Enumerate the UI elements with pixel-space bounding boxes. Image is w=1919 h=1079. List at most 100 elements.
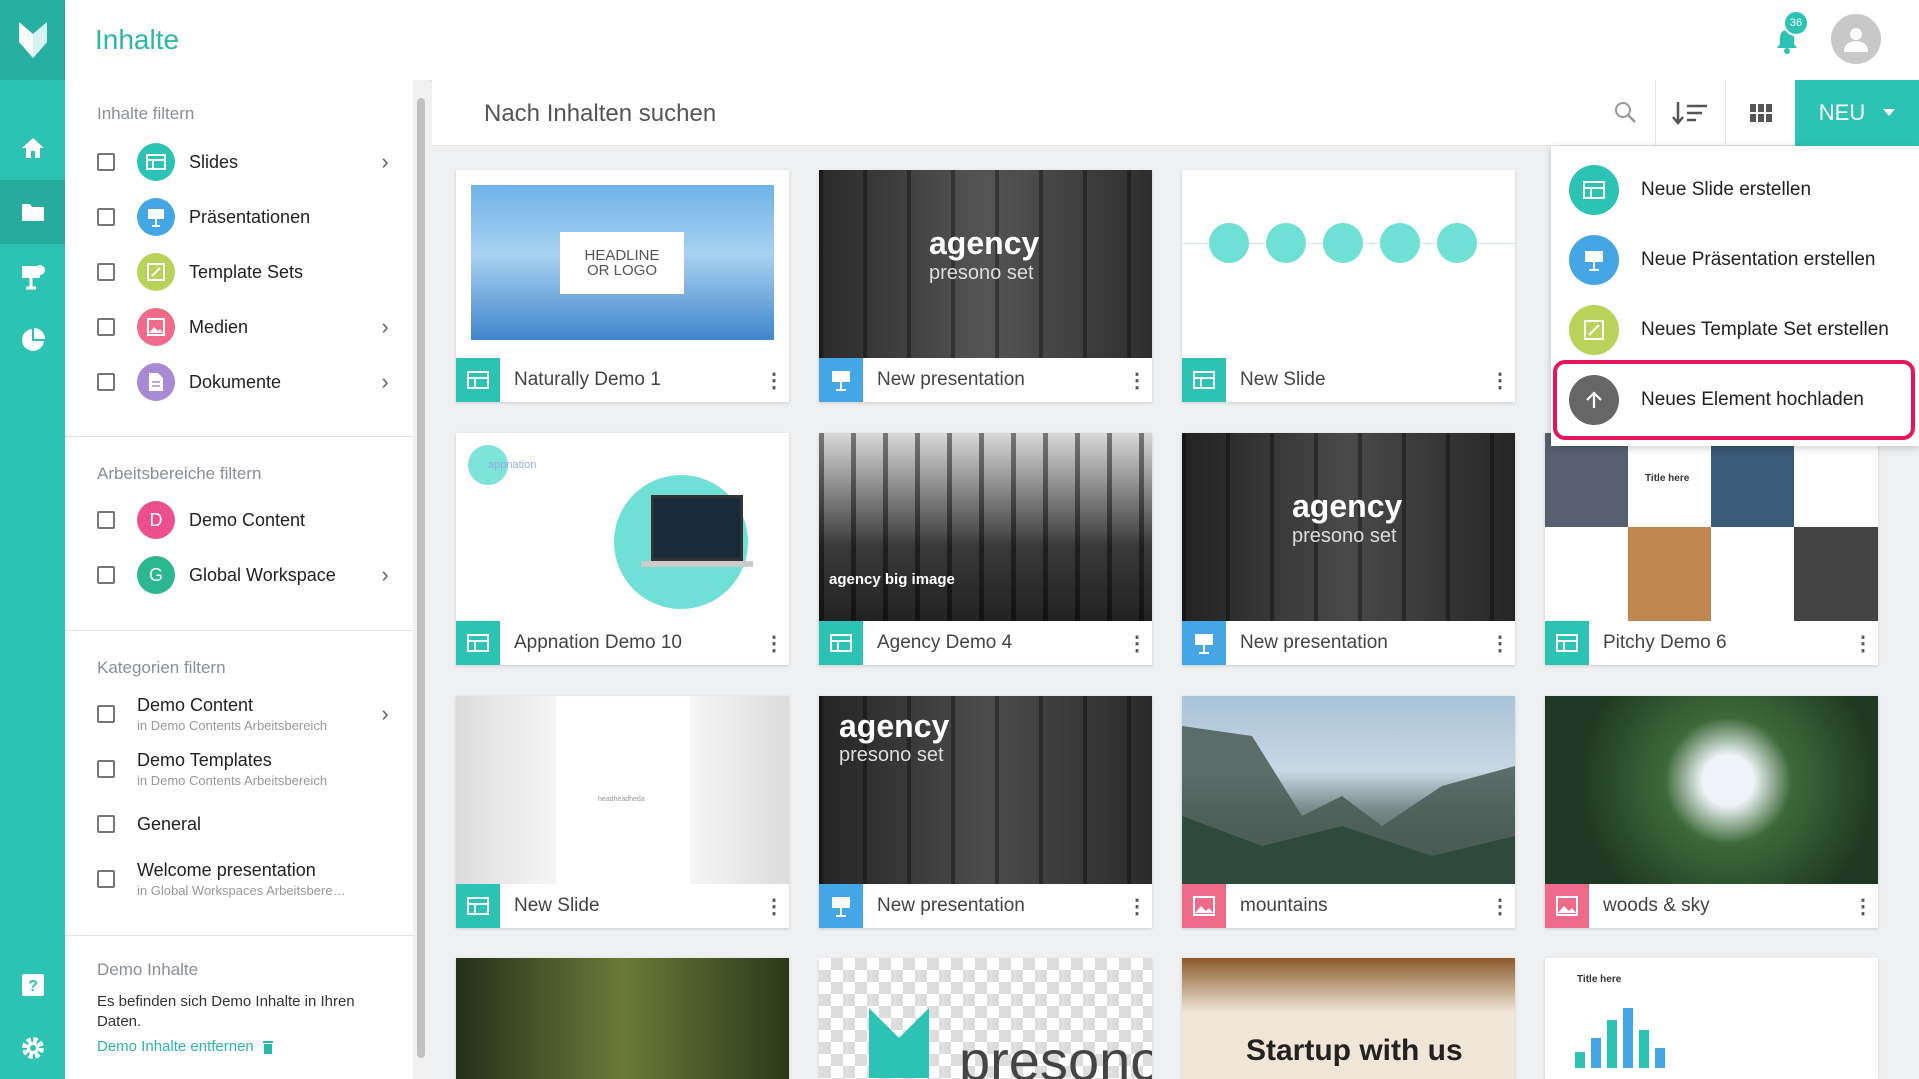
more-options-icon[interactable]: ⋮: [1485, 631, 1515, 656]
filter-workspace-demo[interactable]: D Demo Content: [97, 498, 397, 542]
svg-text:?: ?: [28, 978, 38, 995]
content-card[interactable]: agency big image Agency Demo 4 ⋮: [819, 433, 1152, 665]
chart-pie-icon[interactable]: [0, 308, 65, 372]
presentation-icon[interactable]: [0, 244, 65, 308]
content-card[interactable]: Title here: [1545, 958, 1878, 1079]
more-options-icon[interactable]: ⋮: [1485, 368, 1515, 393]
more-options-icon[interactable]: ⋮: [759, 631, 789, 656]
content-card[interactable]: agency presono set New presentation ⋮: [819, 170, 1152, 402]
menu-item-new-presentation[interactable]: Neue Präsentation erstellen: [1569, 230, 1875, 290]
filter-sidebar: Inhalte filtern Slides › Präsentationen …: [65, 80, 413, 1079]
slide-icon: [456, 358, 500, 402]
content-card[interactable]: mountains ⋮: [1182, 696, 1515, 928]
search-input[interactable]: Nach Inhalten suchen: [484, 100, 716, 128]
chevron-right-icon[interactable]: ›: [373, 149, 397, 175]
checkbox[interactable]: [97, 566, 115, 584]
new-button[interactable]: NEU: [1795, 80, 1919, 146]
user-avatar[interactable]: [1831, 14, 1881, 64]
top-bar: Inhalte 36: [65, 0, 1919, 80]
checkbox[interactable]: [97, 870, 115, 888]
filter-media[interactable]: Medien ›: [97, 305, 397, 349]
sort-button[interactable]: [1655, 80, 1725, 146]
checkbox[interactable]: [97, 815, 115, 833]
trash-icon: [262, 1040, 273, 1054]
content-card[interactable]: presono: [819, 958, 1152, 1079]
more-options-icon[interactable]: ⋮: [1122, 631, 1152, 656]
content-filter-heading: Inhalte filtern: [97, 104, 195, 123]
folder-icon[interactable]: [0, 180, 65, 244]
sidebar-scrollbar[interactable]: [413, 80, 429, 1079]
content-card[interactable]: agency presono set New presentation ⋮: [1182, 433, 1515, 665]
home-icon[interactable]: [0, 116, 65, 180]
chevron-right-icon[interactable]: ›: [373, 314, 397, 340]
presentation-icon: [1182, 621, 1226, 665]
more-options-icon[interactable]: ⋮: [1122, 894, 1152, 919]
content-card[interactable]: woods & sky ⋮: [1545, 696, 1878, 928]
content-card[interactable]: Title here Pitchy Demo 6 ⋮: [1545, 433, 1878, 665]
settings-gear-icon[interactable]: [0, 1016, 65, 1079]
filter-workspace-global[interactable]: G Global Workspace ›: [97, 553, 397, 597]
menu-item-new-template-set[interactable]: Neues Template Set erstellen: [1569, 300, 1889, 360]
divider: [65, 630, 413, 631]
filter-presentations[interactable]: Präsentationen: [97, 195, 397, 239]
demo-content-heading: Demo Inhalte: [97, 960, 199, 979]
filter-slides[interactable]: Slides ›: [97, 140, 397, 184]
content-card[interactable]: headheadheda New Slide ⋮: [456, 696, 789, 928]
checkbox[interactable]: [97, 373, 115, 391]
presentation-icon: [1569, 235, 1619, 285]
workspace-avatar: D: [137, 501, 175, 539]
menu-item-new-slide[interactable]: Neue Slide erstellen: [1569, 160, 1811, 220]
more-options-icon[interactable]: ⋮: [1848, 894, 1878, 919]
highlight-frame: [1553, 360, 1915, 440]
checkbox[interactable]: [97, 511, 115, 529]
filter-category-general[interactable]: General: [97, 802, 397, 846]
content-card[interactable]: [456, 958, 789, 1079]
checkbox[interactable]: [97, 208, 115, 226]
workspace-filter-heading: Arbeitsbereiche filtern: [97, 464, 262, 483]
grid-icon: [1749, 104, 1772, 122]
filter-category-demo-templates[interactable]: Demo Templates in Demo Contents Arbeitsb…: [97, 747, 397, 791]
chevron-right-icon[interactable]: ›: [373, 562, 397, 588]
content-card[interactable]: Startup with us: [1182, 958, 1515, 1079]
content-card[interactable]: New Slide ⋮: [1182, 170, 1515, 402]
slide-icon: [137, 143, 175, 181]
image-icon: [1545, 884, 1589, 928]
workspace-avatar: G: [137, 556, 175, 594]
help-icon[interactable]: ?: [0, 953, 65, 1017]
checkbox[interactable]: [97, 263, 115, 281]
chevron-right-icon[interactable]: ›: [373, 369, 397, 395]
filter-template-sets[interactable]: Template Sets: [97, 250, 397, 294]
checkbox[interactable]: [97, 760, 115, 778]
remove-demo-link[interactable]: Demo Inhalte entfernen: [97, 1038, 274, 1055]
checkbox[interactable]: [97, 705, 115, 723]
more-options-icon[interactable]: ⋮: [759, 894, 789, 919]
content-card[interactable]: HEADLINE OR LOGO Naturally Demo 1 ⋮: [456, 170, 789, 402]
more-options-icon[interactable]: ⋮: [1848, 631, 1878, 656]
filter-category-welcome[interactable]: Welcome presentation in Global Workspace…: [97, 857, 397, 901]
presono-logo-icon[interactable]: [0, 0, 65, 80]
checkbox[interactable]: [97, 153, 115, 171]
grid-view-button[interactable]: [1725, 80, 1795, 146]
filter-documents[interactable]: Dokumente ›: [97, 360, 397, 404]
more-options-icon[interactable]: ⋮: [759, 368, 789, 393]
content-card[interactable]: appnation Appnation Demo 10 ⋮: [456, 433, 789, 665]
more-options-icon[interactable]: ⋮: [1485, 894, 1515, 919]
template-icon: [137, 253, 175, 291]
content-card[interactable]: agency presono set New presentation ⋮: [819, 696, 1152, 928]
page-title: Inhalte: [95, 24, 180, 55]
checkbox[interactable]: [97, 318, 115, 336]
filter-category-demo-content[interactable]: Demo Content in Demo Contents Arbeitsber…: [97, 692, 397, 736]
slide-icon: [456, 621, 500, 665]
app-rail: ?: [0, 0, 65, 1079]
slide-icon: [1545, 621, 1589, 665]
presentation-icon: [137, 198, 175, 236]
divider: [65, 935, 413, 936]
sort-icon: [1671, 102, 1707, 125]
demo-content-text: Es befinden sich Demo Inhalte in Ihren D…: [97, 993, 355, 1030]
search-icon[interactable]: [1613, 100, 1637, 129]
image-icon: [1182, 884, 1226, 928]
category-filter-heading: Kategorien filtern: [97, 658, 226, 677]
notification-badge: 36: [1783, 10, 1809, 36]
more-options-icon[interactable]: ⋮: [1122, 368, 1152, 393]
chevron-right-icon[interactable]: ›: [373, 701, 397, 727]
